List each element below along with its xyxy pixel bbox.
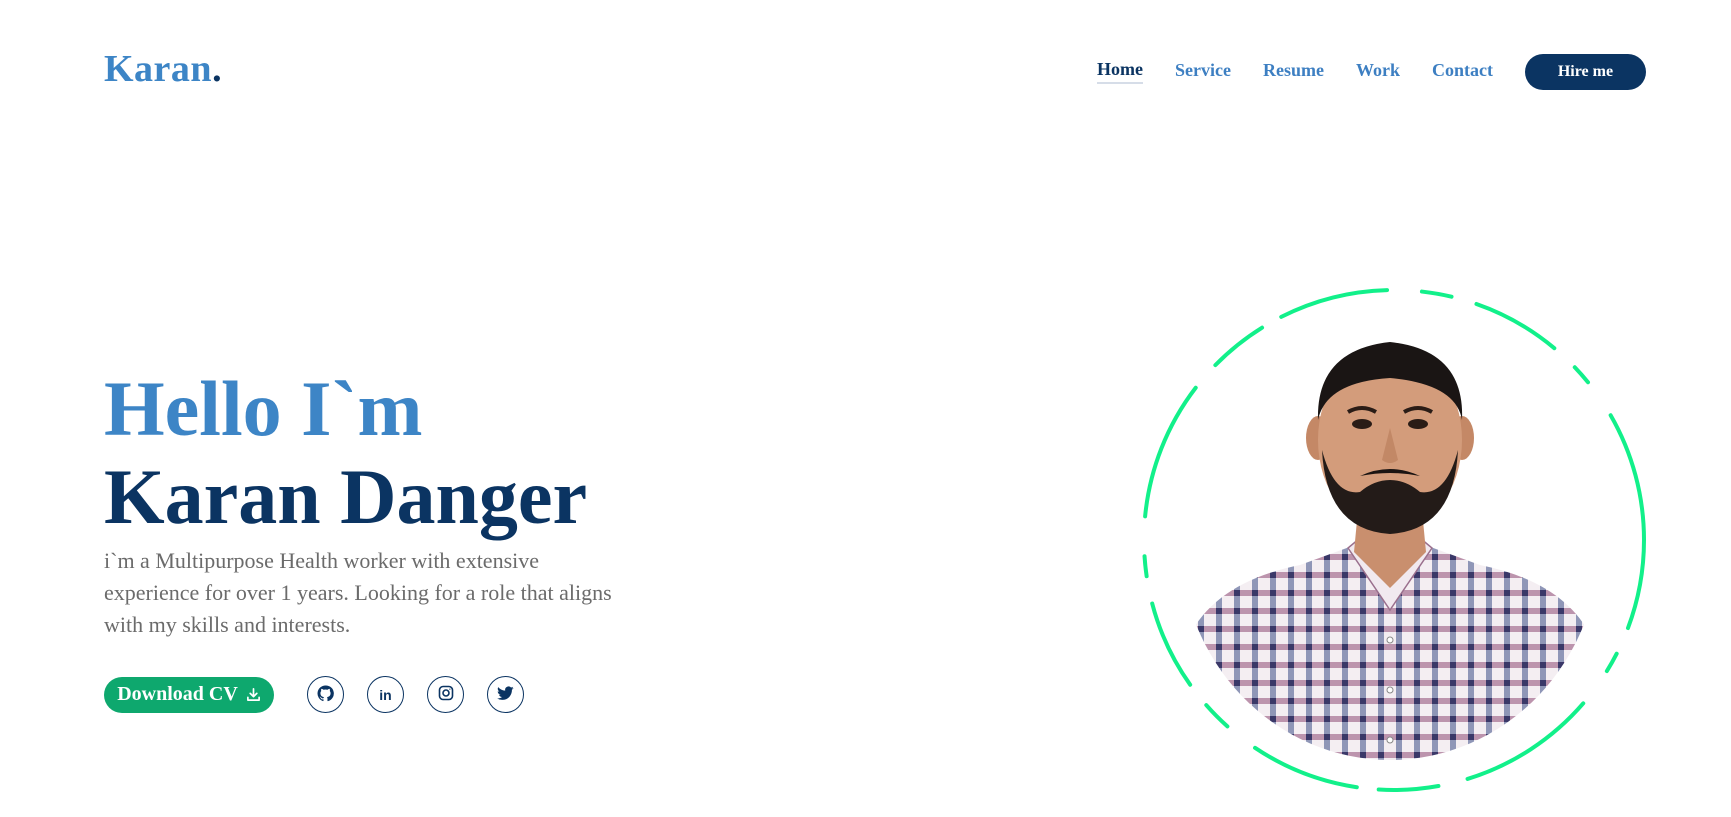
nav-contact[interactable]: Contact — [1432, 61, 1493, 83]
profile-photo — [1180, 320, 1600, 760]
download-cv-button[interactable]: Download CV — [104, 676, 274, 713]
instagram-link[interactable] — [427, 676, 464, 713]
download-icon — [246, 687, 261, 702]
twitter-icon — [497, 685, 514, 704]
hero-description: i`m a Multipurpose Health worker with ex… — [104, 548, 612, 637]
linkedin-icon: in — [379, 686, 392, 703]
nav-home[interactable]: Home — [1097, 60, 1143, 84]
twitter-link[interactable] — [487, 676, 524, 713]
hero-greeting: Hello I`m — [104, 365, 423, 452]
hero-name: Karan Danger — [104, 453, 588, 540]
nav-resume[interactable]: Resume — [1263, 61, 1324, 83]
logo-text: Karan — [104, 48, 213, 90]
portrait-area — [1140, 286, 1650, 796]
logo-dot: . — [212, 48, 223, 90]
main-nav: Home Service Resume Work Contact Hire me — [1097, 54, 1646, 90]
nav-service[interactable]: Service — [1175, 61, 1231, 83]
github-link[interactable] — [307, 676, 344, 713]
portfolio-page: Karan. Home Service Resume Work Contact … — [0, 0, 1731, 817]
logo[interactable]: Karan. — [104, 50, 222, 88]
hero-actions: Download CV in — [104, 676, 547, 713]
linkedin-link[interactable]: in — [367, 676, 404, 713]
nav-work[interactable]: Work — [1356, 61, 1400, 83]
download-cv-label: Download CV — [117, 683, 238, 705]
social-links: in — [307, 676, 547, 713]
instagram-icon — [438, 685, 454, 704]
github-icon — [317, 685, 334, 705]
hire-me-button[interactable]: Hire me — [1524, 54, 1646, 90]
